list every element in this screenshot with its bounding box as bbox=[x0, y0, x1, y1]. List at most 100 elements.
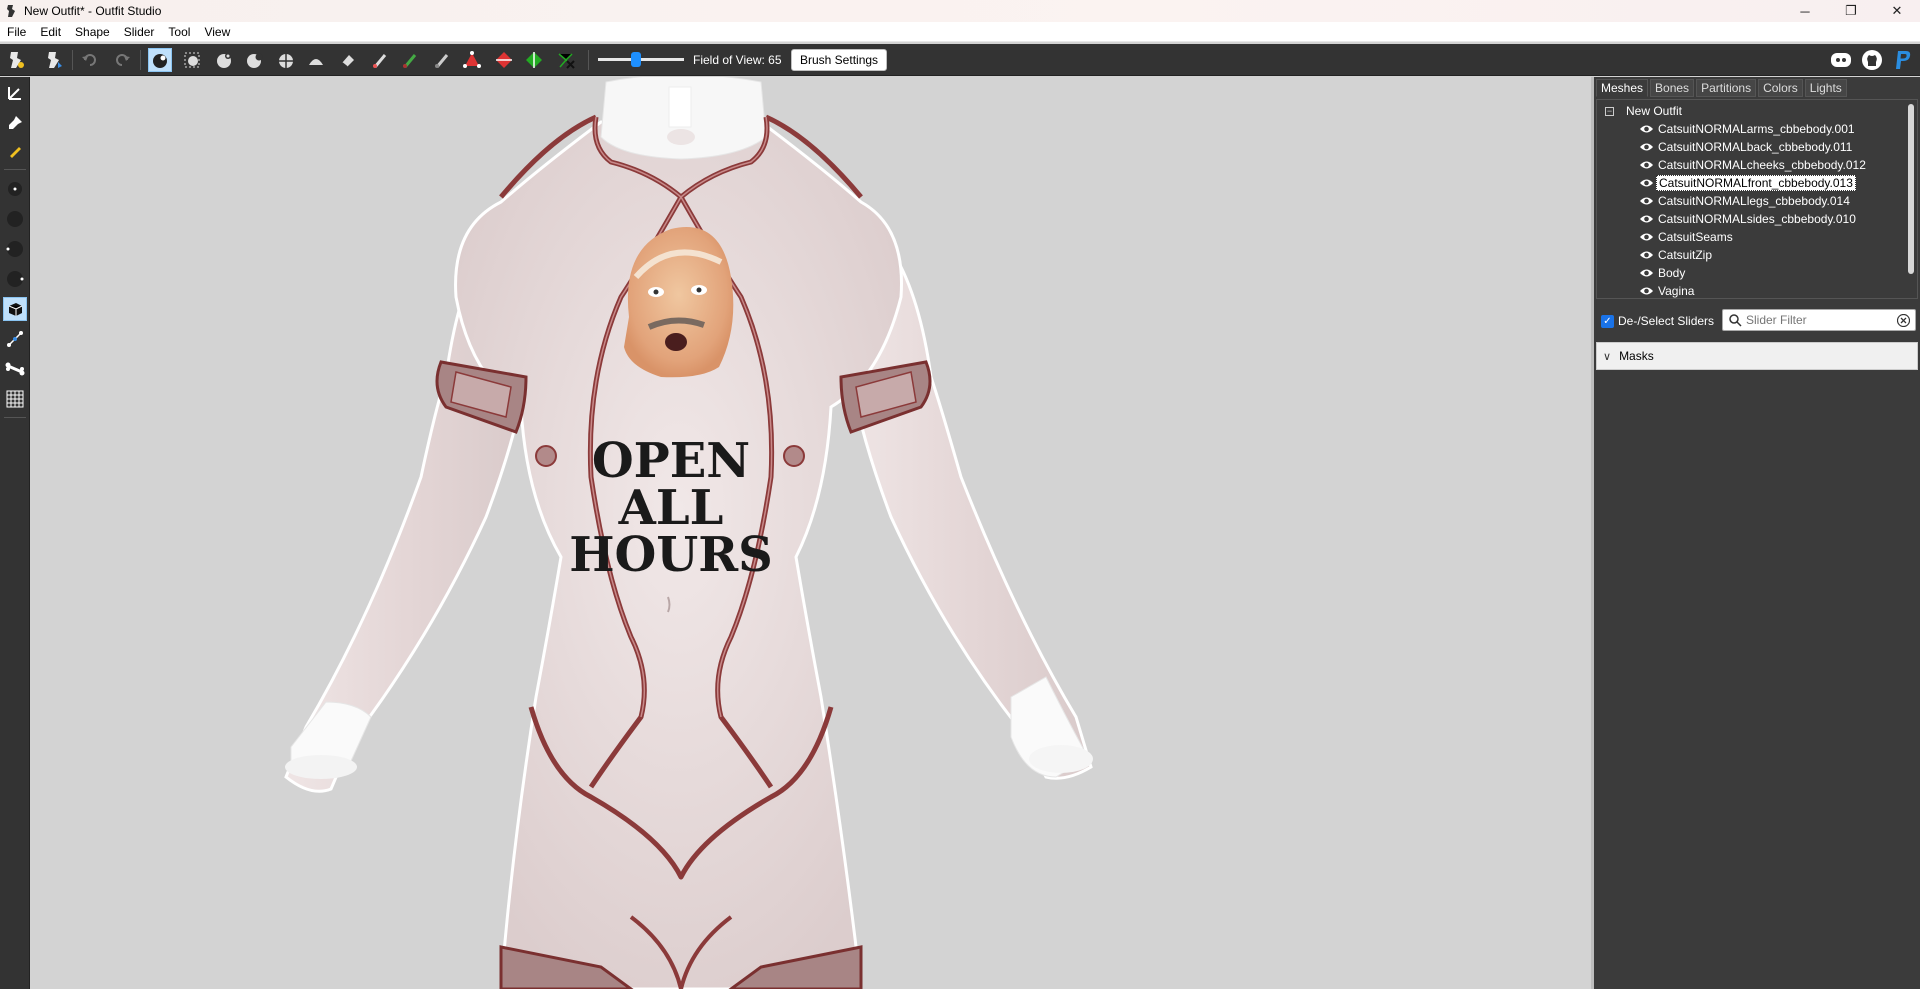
eye-icon[interactable] bbox=[1639, 142, 1654, 152]
slider-controls: ✓ De-/Select Sliders bbox=[1596, 309, 1918, 333]
delete-vertex-icon[interactable] bbox=[554, 48, 578, 72]
3d-viewport[interactable]: OPEN ALL HOURS bbox=[31, 77, 1591, 989]
eye-icon[interactable] bbox=[1639, 214, 1654, 224]
weight-brush-icon[interactable] bbox=[368, 48, 392, 72]
vertex-select-icon[interactable] bbox=[3, 297, 27, 321]
menu-edit[interactable]: Edit bbox=[33, 25, 68, 39]
xl-brush-icon[interactable] bbox=[3, 267, 27, 291]
pen-tool-icon[interactable] bbox=[3, 139, 27, 163]
menu-file[interactable]: File bbox=[0, 25, 33, 39]
mesh-item-label: CatsuitNORMALsides_cbbebody.010 bbox=[1658, 212, 1856, 226]
mesh-item[interactable]: CatsuitSeams bbox=[1639, 228, 1735, 246]
tab-colors[interactable]: Colors bbox=[1758, 79, 1803, 97]
menu-tool[interactable]: Tool bbox=[161, 25, 197, 39]
mesh-item-label: Vagina bbox=[1658, 284, 1695, 298]
close-button[interactable]: ✕ bbox=[1874, 0, 1920, 22]
paypal-icon[interactable] bbox=[1891, 48, 1915, 72]
move-brush-icon[interactable] bbox=[274, 48, 298, 72]
tool-column bbox=[0, 77, 30, 989]
mesh-item[interactable]: Vagina bbox=[1639, 282, 1696, 298]
small-brush-icon[interactable] bbox=[3, 177, 27, 201]
transform-tool-icon[interactable] bbox=[3, 81, 27, 105]
shirt-text-line-3: HOURS bbox=[569, 527, 773, 583]
restore-button[interactable]: ❐ bbox=[1828, 0, 1874, 22]
eye-icon[interactable] bbox=[1639, 268, 1654, 278]
deselect-sliders-checkbox[interactable]: ✓ bbox=[1601, 314, 1614, 328]
right-panel: Meshes Bones Partitions Colors Lights − … bbox=[1594, 77, 1920, 989]
collapse-vertex-icon[interactable] bbox=[460, 48, 484, 72]
toolbar: Field of View: 65 Brush Settings bbox=[0, 44, 1920, 76]
undiff-brush-icon[interactable] bbox=[336, 48, 360, 72]
large-brush-icon[interactable] bbox=[3, 237, 27, 261]
masks-section[interactable]: ∨ Masks bbox=[1596, 342, 1918, 370]
mesh-item[interactable]: CatsuitNORMALsides_cbbebody.010 bbox=[1639, 210, 1858, 228]
edge-tool-icon[interactable] bbox=[3, 327, 27, 351]
redo-icon[interactable] bbox=[110, 48, 134, 72]
mesh-item[interactable]: CatsuitNORMALarms_cbbebody.001 bbox=[1639, 120, 1857, 138]
mesh-item-label: CatsuitZip bbox=[1658, 248, 1713, 262]
mesh-item[interactable]: CatsuitNORMALcheeks_cbbebody.012 bbox=[1639, 156, 1868, 174]
minimize-button[interactable]: ─ bbox=[1782, 0, 1828, 22]
menu-shape[interactable]: Shape bbox=[68, 25, 117, 39]
mesh-item[interactable]: CatsuitZip bbox=[1639, 246, 1714, 264]
select-brush-icon[interactable] bbox=[148, 48, 172, 72]
smooth-brush-icon[interactable] bbox=[304, 48, 328, 72]
mesh-item-label: CatsuitNORMALcheeks_cbbebody.012 bbox=[1658, 158, 1866, 172]
collapse-icon[interactable]: − bbox=[1605, 106, 1614, 116]
eye-icon[interactable] bbox=[1639, 232, 1654, 242]
inflate-brush-icon[interactable] bbox=[212, 48, 236, 72]
mesh-item-label: CatsuitNORMALarms_cbbebody.001 bbox=[1658, 122, 1855, 136]
mesh-item-label: CatsuitNORMALlegs_cbbebody.014 bbox=[1658, 194, 1850, 208]
masks-label: Masks bbox=[1619, 349, 1654, 363]
slider-thumb[interactable] bbox=[631, 52, 641, 67]
mesh-item[interactable]: CatsuitNORMALlegs_cbbebody.014 bbox=[1639, 192, 1852, 210]
menu-view[interactable]: View bbox=[197, 25, 237, 39]
app-icon bbox=[7, 5, 15, 17]
pivot-tool-icon[interactable] bbox=[3, 111, 27, 135]
slider-filter-field[interactable] bbox=[1722, 309, 1916, 331]
medium-brush-icon[interactable] bbox=[3, 207, 27, 231]
eye-icon[interactable] bbox=[1639, 286, 1654, 296]
tab-meshes[interactable]: Meshes bbox=[1596, 79, 1649, 97]
save-project-icon[interactable] bbox=[42, 48, 66, 72]
mask-brush-icon[interactable] bbox=[180, 48, 204, 72]
mesh-item[interactable]: Body bbox=[1639, 264, 1687, 282]
load-project-icon[interactable] bbox=[4, 48, 28, 72]
alpha-brush-icon[interactable] bbox=[430, 48, 454, 72]
mesh-item-label: CatsuitNORMALback_cbbebody.011 bbox=[1658, 140, 1853, 154]
mesh-item-label: CatsuitSeams bbox=[1658, 230, 1733, 244]
title-bar: New Outfit* - Outfit Studio ─ ❐ ✕ bbox=[0, 0, 1920, 22]
discord-icon[interactable] bbox=[1829, 48, 1853, 72]
eye-icon[interactable] bbox=[1639, 196, 1654, 206]
color-brush-icon[interactable] bbox=[398, 48, 422, 72]
eye-icon[interactable] bbox=[1639, 124, 1654, 134]
bone-tool-icon[interactable] bbox=[3, 357, 27, 381]
github-icon[interactable] bbox=[1860, 48, 1884, 72]
slider-filter-input[interactable] bbox=[1746, 313, 1886, 327]
menu-bar: File Edit Shape Slider Tool View bbox=[0, 22, 1920, 42]
grid-icon[interactable] bbox=[3, 387, 27, 411]
eye-icon[interactable] bbox=[1639, 250, 1654, 260]
mesh-item[interactable]: CatsuitNORMALfront_cbbebody.013 bbox=[1639, 174, 1856, 192]
flip-edge-icon[interactable] bbox=[492, 48, 516, 72]
eye-icon[interactable] bbox=[1639, 178, 1654, 188]
tab-bones[interactable]: Bones bbox=[1650, 79, 1695, 97]
deflate-brush-icon[interactable] bbox=[242, 48, 266, 72]
menu-slider[interactable]: Slider bbox=[117, 25, 162, 39]
clear-icon[interactable] bbox=[1897, 314, 1910, 327]
tab-partitions[interactable]: Partitions bbox=[1696, 79, 1757, 97]
tab-lights[interactable]: Lights bbox=[1804, 79, 1847, 97]
deselect-sliders-label: De-/Select Sliders bbox=[1618, 314, 1715, 328]
right-ring bbox=[783, 445, 805, 467]
panel-tabs: Meshes Bones Partitions Colors Lights bbox=[1594, 77, 1920, 97]
split-edge-icon[interactable] bbox=[522, 48, 546, 72]
mesh-tree[interactable]: − New Outfit CatsuitNORMALarms_cbbebody.… bbox=[1596, 99, 1918, 299]
field-of-view-slider[interactable] bbox=[598, 52, 684, 67]
field-of-view-label: Field of View: 65 bbox=[693, 53, 782, 67]
undo-icon[interactable] bbox=[78, 48, 102, 72]
eye-icon[interactable] bbox=[1639, 160, 1654, 170]
brush-settings-button[interactable]: Brush Settings bbox=[791, 49, 888, 71]
mesh-item[interactable]: CatsuitNORMALback_cbbebody.011 bbox=[1639, 138, 1854, 156]
tree-scrollbar[interactable] bbox=[1908, 104, 1914, 274]
tree-root[interactable]: − New Outfit bbox=[1605, 102, 1682, 120]
